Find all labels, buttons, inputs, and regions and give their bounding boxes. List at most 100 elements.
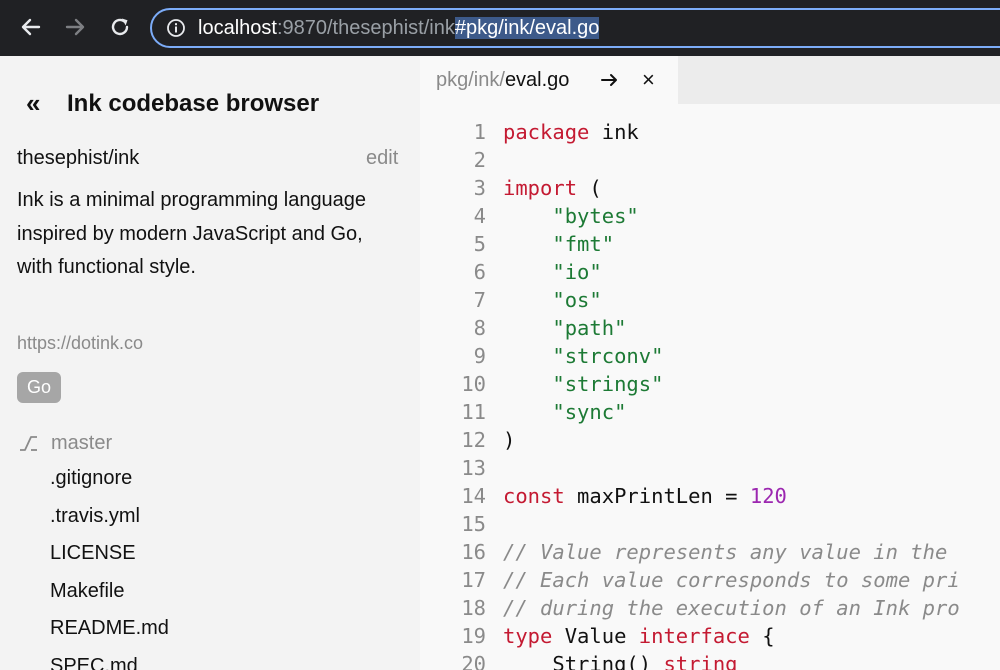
code-line: 16 // Value represents any value in the	[420, 538, 960, 566]
branch-row[interactable]: master	[17, 432, 112, 455]
tab-path: pkg/ink/eval.go	[436, 69, 569, 92]
code-text: "os"	[486, 286, 602, 314]
code-token: ink	[589, 120, 639, 144]
code-token: string	[663, 652, 738, 670]
file-item[interactable]: .travis.yml	[50, 502, 169, 540]
file-item[interactable]: README.md	[50, 614, 169, 652]
tab-dir: pkg/ink/	[436, 68, 505, 91]
code-token: "fmt"	[552, 232, 615, 256]
line-number: 17	[461, 568, 486, 592]
repo-name: thesephist/ink	[17, 147, 140, 169]
info-icon[interactable]	[166, 18, 186, 38]
code-token: const	[503, 484, 565, 508]
code-line: 8 "path"	[420, 314, 960, 342]
code-token: "path"	[552, 316, 627, 340]
sidebar: « Ink codebase browser thesephist/ink ed…	[0, 56, 420, 670]
code-line: 18 // during the execution of an Ink pro	[420, 594, 960, 622]
code-line: 10 "strings"	[420, 370, 960, 398]
close-icon[interactable]: ×	[642, 64, 655, 96]
line-number: 6	[473, 260, 486, 284]
code-token: "strings"	[552, 372, 664, 396]
code-text: )	[486, 426, 515, 454]
code-text: package ink	[486, 118, 639, 146]
branch-icon	[20, 435, 37, 451]
code-text: // Each value corresponds to some pri	[486, 566, 960, 594]
url-hash-selected: #pkg/ink/eval.go	[454, 16, 600, 39]
page-title: Ink codebase browser	[67, 90, 320, 117]
code-token: (	[577, 176, 602, 200]
code-line: 5 "fmt"	[420, 230, 960, 258]
forward-button[interactable]	[60, 12, 90, 42]
code-view[interactable]: 1 package ink 2 3 import (4 "bytes" 5 "fmt" 6 …	[420, 104, 1000, 670]
edit-link[interactable]: edit	[366, 147, 398, 170]
line-number: 16	[461, 540, 486, 564]
code-line: 19 type Value interface {	[420, 622, 960, 650]
code-text: "fmt"	[486, 230, 614, 258]
code-line: 13	[420, 454, 960, 482]
line-number: 9	[473, 344, 486, 368]
code-line: 20 String() string	[420, 650, 960, 670]
code-token: maxPrintLen =	[564, 484, 750, 508]
url-text[interactable]: localhost:9870/thesephist/ink#pkg/ink/ev…	[198, 16, 600, 40]
url-path: /thesephist/ink	[327, 16, 455, 39]
arrow-right-icon	[65, 18, 85, 36]
line-number: 19	[461, 624, 486, 648]
line-number: 7	[473, 288, 486, 312]
code-token: "os"	[552, 288, 602, 312]
line-number: 12	[461, 428, 486, 452]
line-number: 11	[461, 400, 486, 424]
line-number: 2	[473, 148, 486, 172]
code-line: 12)	[420, 426, 960, 454]
repo-description: Ink is a minimal programming language in…	[17, 189, 367, 278]
code-token: String()	[503, 652, 664, 670]
language-badge: Go	[17, 372, 62, 403]
tab-eval-go[interactable]: pkg/ink/eval.go ×	[420, 56, 678, 104]
repo-url[interactable]: https://dotink.co	[17, 333, 143, 354]
code-token: // Value represents any value in the	[503, 540, 948, 564]
line-number: 14	[461, 484, 486, 508]
file-item[interactable]: SPEC.md	[50, 652, 169, 670]
file-item[interactable]: Makefile	[50, 577, 169, 615]
code-text: // during the execution of an Ink pro	[486, 594, 960, 622]
code-text: String() string	[486, 650, 738, 670]
reload-icon	[111, 18, 129, 36]
arrow-right-icon[interactable]	[600, 71, 620, 89]
line-number: 1	[473, 120, 486, 144]
url-host: localhost	[198, 16, 277, 39]
line-number: 20	[461, 652, 486, 670]
line-number: 10	[461, 372, 486, 396]
tab-bar: pkg/ink/eval.go ×	[420, 56, 1000, 104]
arrow-left-icon	[21, 18, 41, 36]
code-text: // Value represents any value in the	[486, 538, 947, 566]
code-line: 14 const maxPrintLen = 120	[420, 482, 960, 510]
code-text: "path"	[486, 314, 626, 342]
file-item[interactable]: .gitignore	[50, 464, 169, 502]
code-text: const maxPrintLen = 120	[486, 482, 787, 510]
code-token: // Each value corresponds to some pri	[503, 568, 960, 592]
tab-file: eval.go	[504, 68, 570, 91]
code-line: 17 // Each value corresponds to some pri	[420, 566, 960, 594]
code-token: import	[503, 176, 578, 200]
line-number: 8	[473, 316, 486, 340]
code-token: {	[749, 624, 775, 648]
collapse-sidebar-button[interactable]: «	[26, 88, 40, 118]
code-line: 4 "bytes"	[420, 202, 960, 230]
code-token: "io"	[552, 260, 602, 284]
reload-button[interactable]	[105, 12, 135, 42]
code-text: "strings"	[486, 370, 663, 398]
line-number: 5	[473, 232, 486, 256]
line-number: 18	[461, 596, 486, 620]
file-item[interactable]: LICENSE	[50, 539, 169, 577]
line-number: 4	[473, 204, 486, 228]
back-button[interactable]	[16, 12, 46, 42]
address-bar[interactable]: localhost:9870/thesephist/ink#pkg/ink/ev…	[150, 8, 1000, 48]
code-text: "bytes"	[486, 202, 638, 230]
code-line: 1 package ink	[420, 118, 960, 146]
code-line: 6 "io"	[420, 258, 960, 286]
